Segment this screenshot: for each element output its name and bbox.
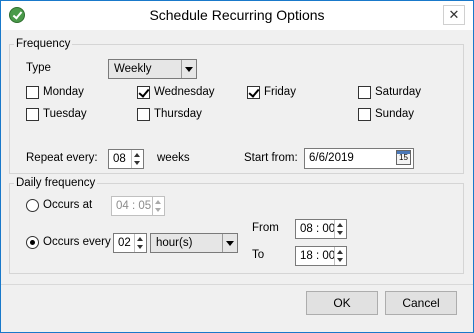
start-date-value: 6/6/2019 bbox=[309, 152, 354, 164]
dialog-window: Schedule Recurring Options ✕ Frequency T… bbox=[0, 0, 474, 333]
occurs-at-time-field[interactable]: 04 : 05 bbox=[111, 196, 165, 216]
checkbox-monday[interactable] bbox=[26, 86, 39, 99]
occurs-at-label: Occurs at bbox=[43, 199, 93, 211]
checkbox-saturday[interactable] bbox=[358, 86, 371, 99]
cancel-button[interactable]: Cancel bbox=[385, 291, 457, 315]
frequency-group-title: Frequency bbox=[14, 38, 73, 50]
monday-label: Monday bbox=[43, 86, 84, 98]
radio-selected-dot bbox=[30, 240, 35, 245]
to-time-field[interactable]: 18 : 00 bbox=[295, 246, 347, 266]
repeat-every-stepper[interactable]: 08 bbox=[108, 149, 144, 169]
radio-occurs-every[interactable] bbox=[26, 236, 39, 249]
repeat-every-label: Repeat every: bbox=[26, 152, 98, 164]
to-time-value: 18 : 00 bbox=[300, 250, 336, 262]
repeat-every-value: 08 bbox=[113, 153, 126, 165]
check-icon bbox=[138, 86, 150, 98]
checkbox-friday[interactable] bbox=[247, 86, 260, 99]
sunday-label: Sunday bbox=[375, 108, 415, 120]
spin-arrows-icon[interactable] bbox=[134, 234, 146, 252]
checkbox-thursday[interactable] bbox=[137, 108, 150, 121]
repeat-unit-label: weeks bbox=[157, 152, 190, 164]
chevron-down-icon[interactable] bbox=[181, 60, 196, 78]
from-label: From bbox=[252, 222, 279, 234]
daily-frequency-group bbox=[9, 183, 464, 274]
window-title: Schedule Recurring Options bbox=[149, 7, 325, 23]
spin-arrows-icon[interactable] bbox=[131, 150, 143, 168]
check-icon bbox=[248, 86, 260, 98]
tuesday-label: Tuesday bbox=[43, 108, 87, 120]
chevron-down-icon[interactable] bbox=[222, 234, 237, 252]
start-date-picker[interactable]: 6/6/2019 15 bbox=[304, 148, 414, 169]
spin-arrows-icon[interactable] bbox=[334, 247, 346, 265]
occurs-every-value: 02 bbox=[118, 237, 131, 249]
from-time-value: 08 : 00 bbox=[300, 223, 336, 235]
radio-occurs-at[interactable] bbox=[26, 199, 39, 212]
saturday-label: Saturday bbox=[375, 86, 422, 98]
type-select-value: Weekly bbox=[114, 63, 152, 75]
footer-divider bbox=[1, 284, 473, 285]
spin-arrows-icon[interactable] bbox=[152, 197, 164, 215]
start-from-label: Start from: bbox=[244, 152, 298, 164]
occurs-every-stepper[interactable]: 02 bbox=[113, 233, 147, 253]
wednesday-label: Wednesday bbox=[154, 86, 215, 98]
checkbox-sunday[interactable] bbox=[358, 108, 371, 121]
close-button[interactable]: ✕ bbox=[443, 5, 465, 25]
occurs-every-unit-select[interactable]: hour(s) bbox=[150, 233, 238, 253]
spin-arrows-icon[interactable] bbox=[334, 220, 346, 238]
daily-frequency-title: Daily frequency bbox=[14, 177, 98, 189]
occurs-at-value: 04 : 05 bbox=[116, 200, 152, 212]
occurs-every-label: Occurs every bbox=[43, 236, 111, 248]
title-bar: Schedule Recurring Options ✕ bbox=[1, 1, 473, 30]
calendar-icon[interactable]: 15 bbox=[396, 150, 411, 165]
occurs-every-unit-value: hour(s) bbox=[156, 237, 193, 249]
checkbox-wednesday[interactable] bbox=[137, 86, 150, 99]
thursday-label: Thursday bbox=[154, 108, 202, 120]
from-time-field[interactable]: 08 : 00 bbox=[295, 219, 347, 239]
type-select[interactable]: Weekly bbox=[108, 59, 197, 79]
checkbox-tuesday[interactable] bbox=[26, 108, 39, 121]
friday-label: Friday bbox=[264, 86, 296, 98]
type-label: Type bbox=[26, 62, 51, 74]
to-label: To bbox=[252, 249, 265, 261]
ok-button[interactable]: OK bbox=[306, 291, 378, 315]
